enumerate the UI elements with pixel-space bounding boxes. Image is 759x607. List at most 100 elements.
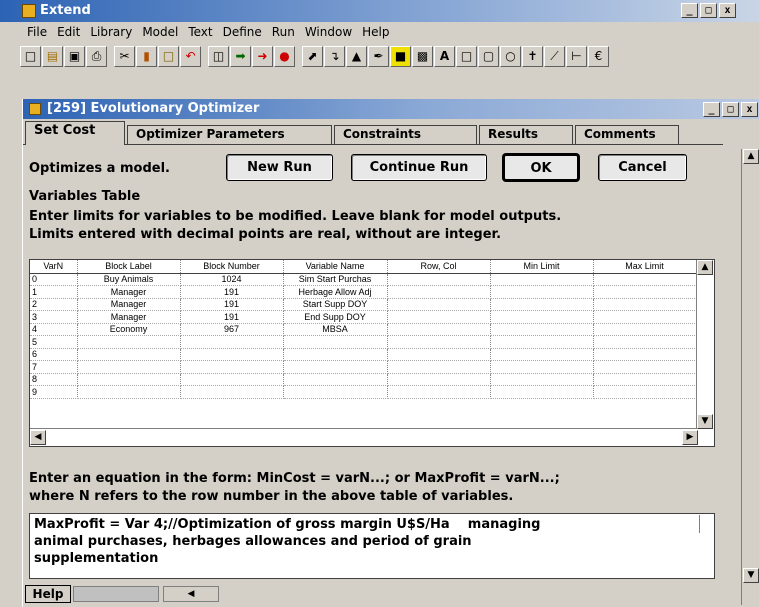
table-cell[interactable] — [490, 310, 594, 324]
pointer-icon[interactable]: ⬈ — [302, 46, 323, 67]
color-icon[interactable]: ■ — [390, 46, 411, 67]
table-cell[interactable]: 191 — [180, 285, 284, 299]
table-cell[interactable] — [283, 373, 388, 386]
tab-set-cost[interactable]: Set Cost — [25, 121, 125, 145]
save-icon[interactable]: ▣ — [64, 46, 85, 67]
equation-scroll-thumb[interactable] — [699, 515, 713, 533]
menu-edit[interactable]: Edit — [52, 25, 85, 39]
table-cell[interactable]: 5 — [30, 335, 78, 349]
table-cell[interactable] — [180, 360, 284, 374]
table-cell[interactable]: 7 — [30, 360, 78, 374]
menu-window[interactable]: Window — [300, 25, 357, 39]
table-cell[interactable] — [490, 385, 594, 399]
table-cell[interactable] — [283, 385, 388, 399]
clone-icon[interactable]: ▲ — [346, 46, 367, 67]
equation-text[interactable]: MaxProfit = Var 4;//Optimization of gros… — [34, 516, 684, 567]
text-icon[interactable]: A — [434, 46, 455, 67]
dialog-scroll-up-icon[interactable]: ▲ — [743, 149, 759, 164]
table-cell[interactable]: 9 — [30, 385, 78, 399]
scroll-right-icon[interactable]: ▶ — [682, 430, 698, 445]
table-cell[interactable]: 2 — [30, 298, 78, 311]
table-row[interactable]: 6 — [30, 348, 697, 361]
table-cell[interactable] — [283, 360, 388, 374]
table-cell[interactable] — [387, 323, 491, 336]
table-cell[interactable] — [180, 385, 284, 399]
table-cell[interactable] — [593, 335, 697, 349]
menu-file[interactable]: File — [22, 25, 52, 39]
copy-icon[interactable]: ▮ — [136, 46, 157, 67]
table-cell[interactable]: Sim Start Purchas — [283, 273, 388, 286]
table-cell[interactable]: 0 — [30, 273, 78, 286]
table-cell[interactable] — [490, 335, 594, 349]
stop-icon[interactable]: ● — [274, 46, 295, 67]
table-cell[interactable]: 1024 — [180, 273, 284, 286]
table-cell[interactable] — [387, 273, 491, 286]
table-row[interactable]: 2 Manager 191 Start Supp DOY — [30, 298, 697, 311]
hierarchy-icon[interactable]: ◫ — [208, 46, 229, 67]
table-row[interactable]: 8 — [30, 373, 697, 386]
tab-constraints[interactable]: Constraints — [334, 125, 477, 145]
table-cell[interactable]: 191 — [180, 310, 284, 324]
oval-icon[interactable]: ○ — [500, 46, 521, 67]
table-cell[interactable]: MBSA — [283, 323, 388, 336]
table-cell[interactable]: Buy Animals — [77, 273, 181, 286]
rect-icon[interactable]: □ — [456, 46, 477, 67]
new-run-button[interactable]: New Run — [226, 154, 333, 181]
table-horizontal-scrollbar[interactable]: ◀ ▶ — [30, 428, 698, 446]
table-cell[interactable] — [387, 298, 491, 311]
menu-run[interactable]: Run — [267, 25, 300, 39]
table-row[interactable]: 3 Manager 191 End Supp DOY — [30, 310, 697, 324]
table-row[interactable]: 1 Manager 191 Herbage Allow Adj — [30, 285, 697, 299]
help-button[interactable]: Help — [25, 585, 71, 603]
connector-icon[interactable]: ↴ — [324, 46, 345, 67]
table-cell[interactable] — [387, 385, 491, 399]
table-cell[interactable] — [387, 348, 491, 361]
table-cell[interactable]: Start Supp DOY — [283, 298, 388, 311]
table-cell[interactable]: 6 — [30, 348, 78, 361]
tab-results[interactable]: Results — [479, 125, 573, 145]
menu-library[interactable]: Library — [85, 25, 137, 39]
table-cell[interactable]: Herbage Allow Adj — [283, 285, 388, 299]
table-cell[interactable]: 191 — [180, 298, 284, 311]
table-cell[interactable] — [593, 348, 697, 361]
round-rect-icon[interactable]: ▢ — [478, 46, 499, 67]
table-cell[interactable]: 3 — [30, 310, 78, 324]
table-cell[interactable] — [77, 348, 181, 361]
paste-icon[interactable]: □ — [158, 46, 179, 67]
menu-model[interactable]: Model — [137, 25, 183, 39]
table-cell[interactable] — [387, 310, 491, 324]
scroll-down-icon[interactable]: ▼ — [697, 414, 713, 429]
close-button[interactable]: x — [719, 3, 736, 18]
equation-input[interactable]: MaxProfit = Var 4;//Optimization of gros… — [29, 513, 715, 579]
table-cell[interactable] — [180, 373, 284, 386]
dialog-minimize-button[interactable]: _ — [703, 102, 720, 117]
table-cell[interactable] — [490, 360, 594, 374]
table-cell[interactable] — [490, 273, 594, 286]
new-icon[interactable]: □ — [20, 46, 41, 67]
table-cell[interactable] — [387, 335, 491, 349]
table-cell[interactable]: End Supp DOY — [283, 310, 388, 324]
table-row[interactable]: 4 Economy 967 MBSA — [30, 323, 697, 336]
table-cell[interactable]: 967 — [180, 323, 284, 336]
print-icon[interactable]: ⎙ — [86, 46, 107, 67]
open-icon[interactable]: ▤ — [42, 46, 63, 67]
table-cell[interactable] — [387, 373, 491, 386]
table-cell[interactable] — [490, 373, 594, 386]
tab-optimizer-parameters[interactable]: Optimizer Parameters — [127, 125, 332, 145]
table-cell[interactable] — [283, 335, 388, 349]
menu-define[interactable]: Define — [218, 25, 267, 39]
table-row[interactable]: 0 Buy Animals 1024 Sim Start Purchas — [30, 273, 697, 286]
table-cell[interactable] — [77, 385, 181, 399]
table-row[interactable]: 9 — [30, 385, 697, 399]
table-cell[interactable] — [490, 323, 594, 336]
table-cell[interactable] — [77, 335, 181, 349]
maximize-button[interactable]: □ — [700, 3, 717, 18]
run-icon[interactable]: ➜ — [252, 46, 273, 67]
line-icon[interactable]: ⟋ — [544, 46, 565, 67]
cut-icon[interactable]: ✂ — [114, 46, 135, 67]
table-cell[interactable] — [490, 285, 594, 299]
table-cell[interactable] — [490, 348, 594, 361]
scroll-up-icon[interactable]: ▲ — [697, 260, 713, 275]
table-cell[interactable]: 4 — [30, 323, 78, 336]
table-cell[interactable] — [387, 360, 491, 374]
